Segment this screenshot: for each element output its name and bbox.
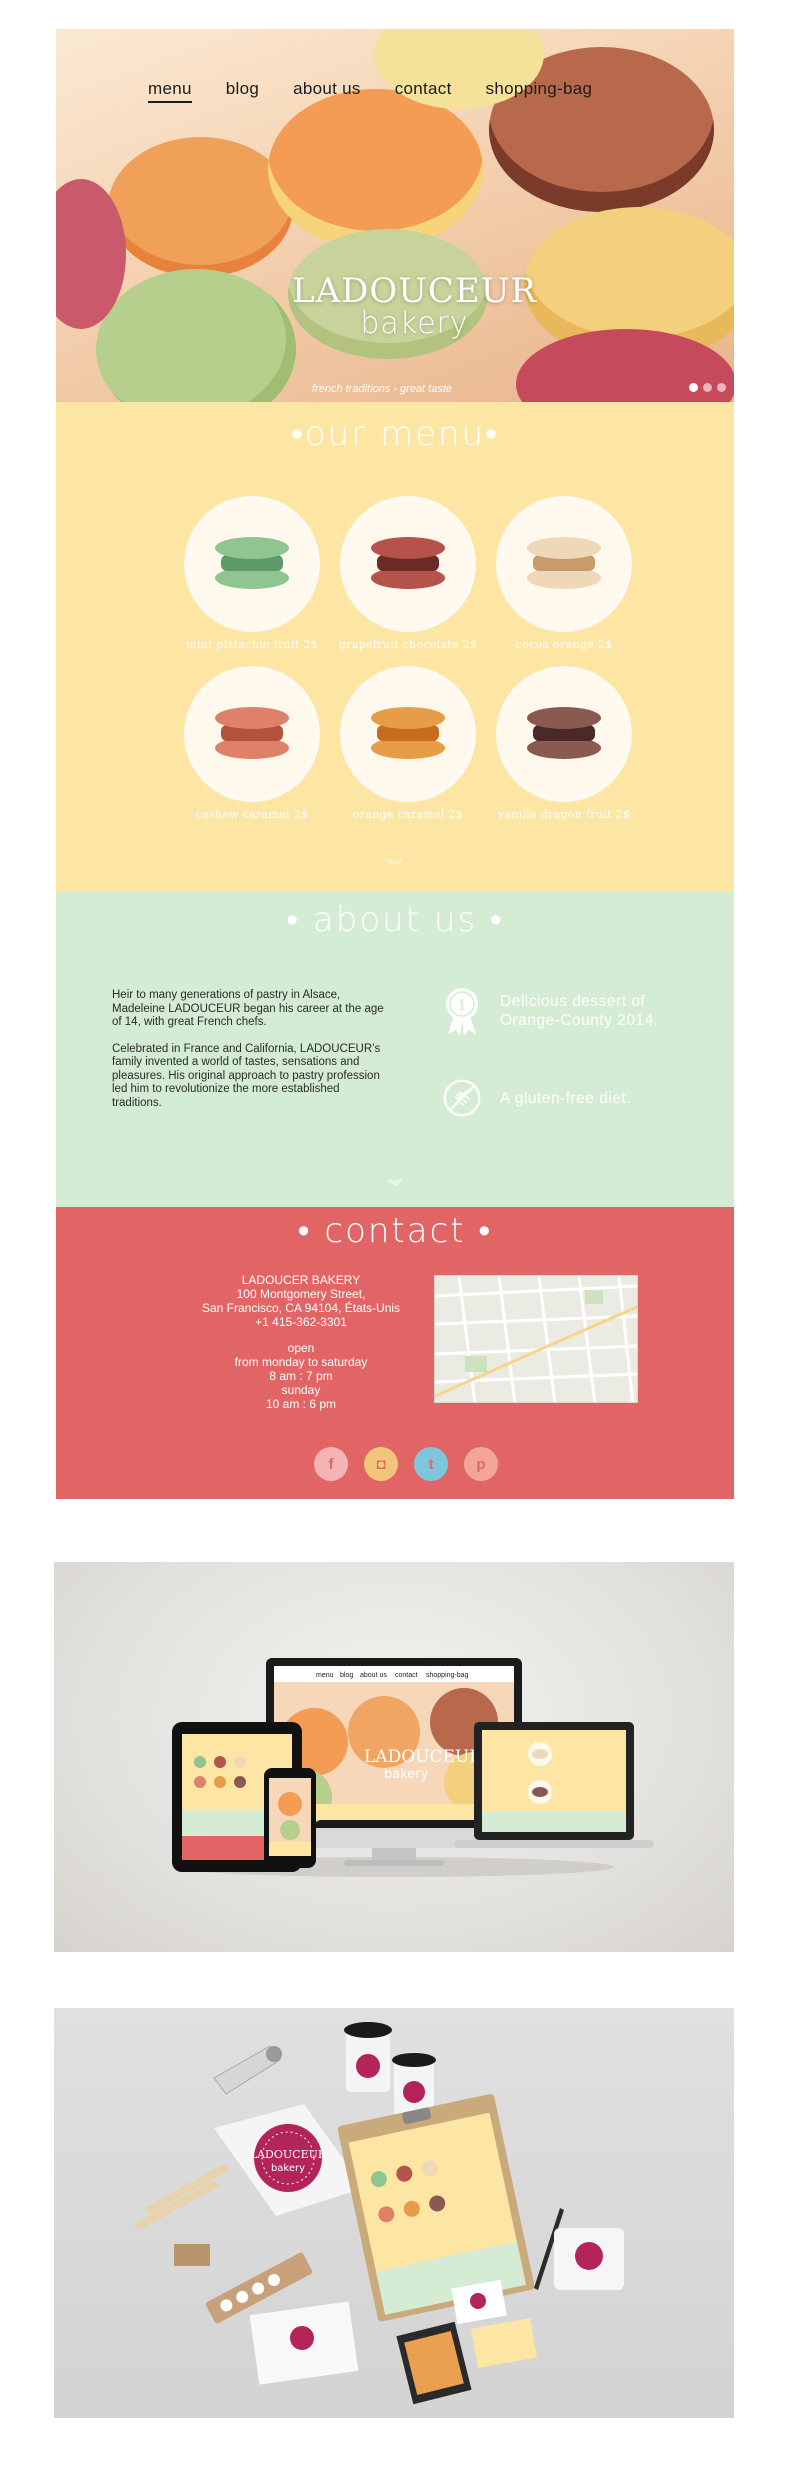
social-links: f ◘ t p (314, 1447, 498, 1481)
menu-item[interactable]: grapefruit chocolate 2$ (328, 502, 488, 651)
about-paragraph: Heir to many generations of pastry in Al… (112, 989, 384, 1028)
slider-dots (689, 383, 726, 392)
about-section: • about us • Heir to many generations of… (56, 892, 734, 1207)
menu-item[interactable]: vanilla dragon fruit 2$ (484, 672, 644, 821)
stationery-mockup: LADOUCEUR bakery (54, 2008, 734, 2418)
award-item: 1 Delicious dessert of Orange-County 201… (442, 987, 690, 1036)
hero-tagline: french traditions - great taste (312, 383, 453, 395)
macaron-icon (371, 707, 445, 761)
no-gluten-icon (442, 1074, 482, 1122)
address-block: LADOUCER BAKERY 100 Montgomery Street, S… (166, 1273, 436, 1411)
award-item: A gluten-free diet. (442, 1074, 631, 1122)
city: San Francisco, CA 94104, États-Unis (201, 1301, 401, 1315)
menu-item[interactable]: mint pistachio fruit 2$ (172, 502, 332, 651)
macaron-icon (527, 707, 601, 761)
macaron-icon (371, 537, 445, 591)
macaron-orange-left (108, 137, 293, 277)
website-design: menu blog about us contact shopping-bag … (56, 29, 734, 1499)
macaron-badge (190, 502, 314, 626)
brand-logo: LADOUCEUR bakery (292, 273, 537, 339)
instagram-icon[interactable]: ◘ (364, 1447, 398, 1481)
weekday-range: from monday to saturday (234, 1355, 368, 1369)
macaron-badge (346, 502, 470, 626)
award-text: Delicious dessert of Orange-County 2014. (500, 993, 659, 1029)
sunday-label: sunday (281, 1383, 321, 1397)
nav-about-us[interactable]: about us (293, 79, 361, 103)
brand-subtitle: bakery (360, 306, 469, 341)
device-brand-sub: bakery (384, 1767, 429, 1782)
menu-item-label: mint pistachio fruit 2$ (186, 638, 318, 651)
menu-item[interactable]: cocoa orange 2$ (484, 502, 644, 651)
phone[interactable]: +1 415-362-3301 (166, 1315, 436, 1329)
menu-item[interactable]: orange caramel 2$ (328, 672, 488, 821)
macaron-badge (190, 672, 314, 796)
slider-dot[interactable] (717, 383, 726, 392)
macaron-badge (346, 672, 470, 796)
scroll-down-icon[interactable]: ︾ (388, 859, 402, 873)
device-brand: LADOUCEUR (364, 1747, 483, 1767)
macaron-green-front (96, 269, 296, 402)
contact-title: • contact • (297, 1211, 493, 1251)
nav-menu[interactable]: menu (148, 79, 192, 103)
nav-contact[interactable]: contact (395, 79, 452, 103)
hero-banner: menu blog about us contact shopping-bag … (56, 29, 734, 402)
nav-blog[interactable]: blog (226, 79, 259, 103)
macaron-badge (502, 672, 626, 796)
device-nav: menu (316, 1672, 334, 1679)
svg-text:about us: about us (360, 1672, 387, 1679)
macaron-icon (215, 537, 289, 591)
menu-item-label: cocoa orange 2$ (515, 638, 613, 651)
main-nav: menu blog about us contact shopping-bag (148, 79, 592, 103)
stationery-logo: LADOUCEUR (250, 2148, 327, 2161)
nav-shopping-bag[interactable]: shopping-bag (486, 79, 593, 103)
macaron-icon (527, 537, 601, 591)
about-text: Heir to many generations of pastry in Al… (112, 989, 392, 1123)
menu-item-label: cashew caramel 2$ (195, 808, 309, 821)
menu-item-label: vanilla dragon fruit 2$ (497, 808, 631, 821)
macaron-icon (215, 707, 289, 761)
brand-name: LADOUCEUR (292, 271, 538, 311)
street: 100 Montgomery Street, (236, 1287, 366, 1301)
macaron-orange-center (268, 89, 483, 249)
company-name: LADOUCER BAKERY (241, 1273, 361, 1287)
facebook-icon[interactable]: f (314, 1447, 348, 1481)
svg-text:1: 1 (457, 996, 467, 1014)
scroll-down-icon[interactable]: ︾ (388, 1179, 402, 1193)
weekday-hours: 8 am : 7 pm (269, 1369, 333, 1383)
stationery-logo-sub: bakery (271, 2163, 305, 2174)
menu-item-label: grapefruit chocolate 2$ (338, 638, 478, 651)
sunday-hours: 10 am : 6 pm (265, 1397, 337, 1411)
about-title: • about us • (286, 900, 504, 940)
hours-title: open (287, 1341, 315, 1355)
menu-item[interactable]: cashew caramel 2$ (172, 672, 332, 821)
about-paragraph: Celebrated in France and California, LAD… (112, 1042, 381, 1109)
contact-section: • contact • LADOUCER BAKERY 100 Montgome… (56, 1207, 734, 1499)
medal-icon: 1 (442, 987, 482, 1036)
award-text: A gluten-free diet. (500, 1089, 631, 1107)
devices-mockup: LADOUCEUR bakery menu blog about us cont… (54, 1562, 734, 1952)
slider-dot[interactable] (689, 383, 698, 392)
menu-item-label: orange caramel 2$ (352, 808, 464, 821)
menu-section: •our menu• mint pistachio fruit 2$ grapef… (56, 402, 734, 892)
svg-text:blog: blog (340, 1672, 353, 1679)
svg-text:shopping-bag: shopping-bag (426, 1672, 469, 1679)
pinterest-icon[interactable]: p (464, 1447, 498, 1481)
svg-text:contact: contact (395, 1672, 418, 1679)
slider-dot[interactable] (703, 383, 712, 392)
twitter-icon[interactable]: t (414, 1447, 448, 1481)
location-map[interactable] (434, 1275, 638, 1403)
macaron-badge (502, 502, 626, 626)
menu-title: •our menu• (290, 414, 500, 454)
